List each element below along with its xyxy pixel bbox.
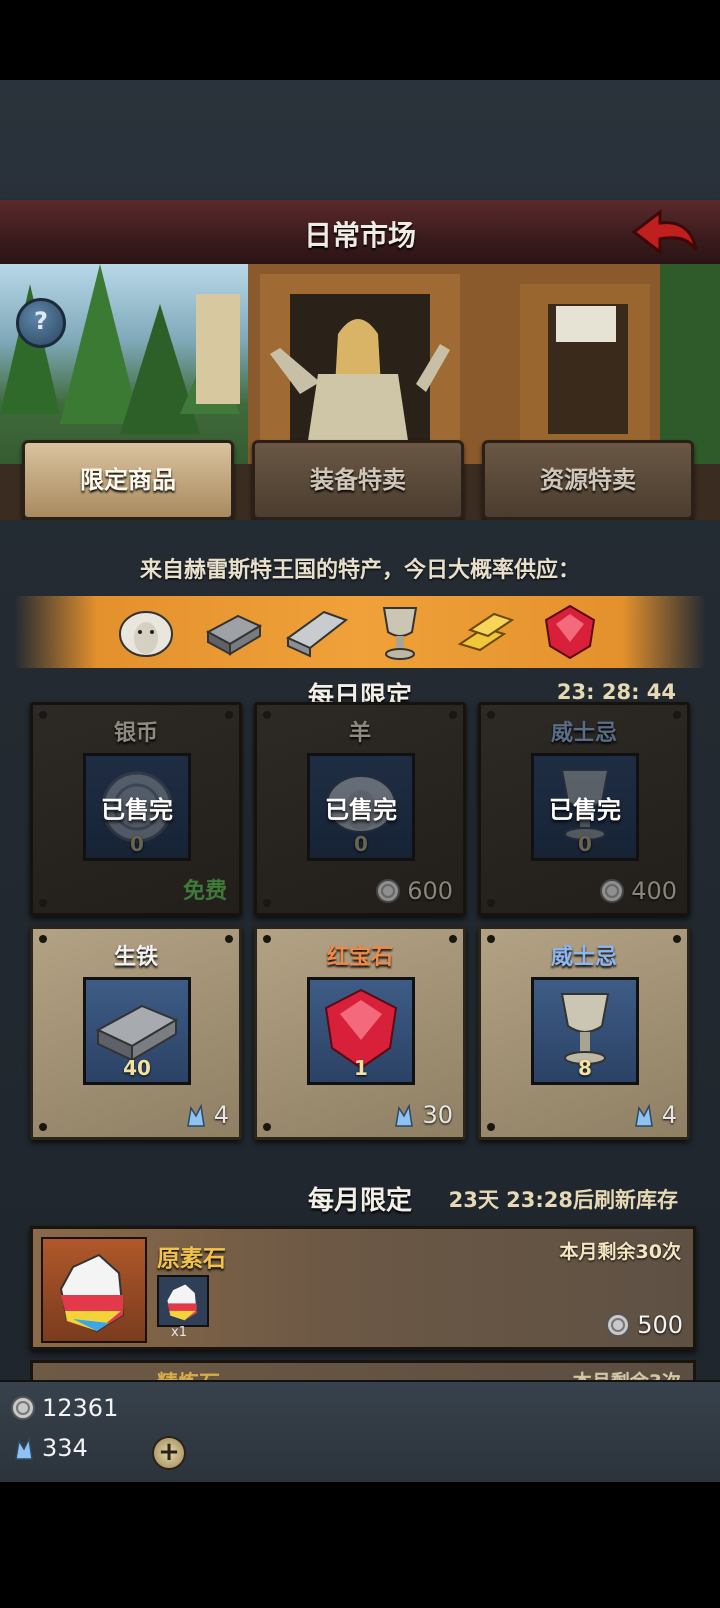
page-title: 日常市场	[303, 219, 416, 252]
monthly-item-row[interactable]: 原素石 本月剩余30次 x1 500	[30, 1226, 696, 1350]
price-tag: 400	[599, 877, 677, 905]
help-button[interactable]: ?	[16, 298, 66, 348]
item-name: 红宝石	[326, 945, 393, 970]
title-bar: 日常市场	[0, 200, 720, 266]
item-icon-box: 0 已售完	[531, 753, 639, 861]
daily-item-card[interactable]: 红宝石 1 30	[254, 926, 466, 1140]
rivet	[263, 899, 271, 907]
silver-coin-icon	[606, 1313, 631, 1337]
gold-bars-icon	[457, 612, 515, 652]
item-qty: 0	[578, 832, 592, 856]
silver-balance: 12361	[10, 1394, 118, 1422]
supply-bar	[14, 596, 706, 668]
silver-balance-value: 12361	[42, 1394, 119, 1422]
daily-item-card: 羊 0 已售完 600	[254, 702, 466, 916]
crystal-icon	[634, 1103, 653, 1127]
crystal-icon	[395, 1103, 414, 1127]
sold-out-label: 已售完	[549, 796, 621, 824]
item-name: 羊	[348, 721, 371, 746]
crystal-balance-value: 334	[42, 1434, 88, 1462]
sold-out-label: 已售完	[101, 796, 173, 824]
crystal-icon	[186, 1103, 205, 1127]
rivet	[39, 1123, 47, 1131]
tab-limited-goods[interactable]: 限定商品	[22, 440, 234, 520]
rivet	[487, 899, 495, 907]
price-value: 4	[661, 1101, 677, 1129]
price-tag: 600	[375, 877, 453, 905]
free-label: 免费	[182, 879, 227, 904]
item-qty: 8	[578, 1056, 592, 1080]
item-name: 威士忌	[550, 945, 617, 970]
item-icon-box: 0 已售完	[83, 753, 191, 861]
element-stone-icon	[59, 1253, 125, 1333]
element-stone-small-icon	[167, 1284, 197, 1321]
rivet	[39, 899, 47, 907]
crystal-balance: 334	[10, 1434, 88, 1462]
ruby-icon	[544, 604, 596, 660]
tab-resource-sale[interactable]: 资源特卖	[482, 440, 694, 520]
iron-ingot-icon	[205, 614, 263, 656]
price-value: 600	[407, 877, 453, 905]
item-icon-box: 1	[307, 977, 415, 1085]
item-name: 生铁	[113, 945, 158, 970]
back-arrow-icon[interactable]	[630, 206, 700, 258]
item-qty: 40	[123, 1056, 151, 1080]
element-stone-frame	[41, 1237, 147, 1343]
goblet-icon	[382, 607, 418, 660]
monthly-price-value: 500	[637, 1311, 683, 1339]
daily-item-card: 银币 0 已售完 免费	[30, 702, 242, 916]
supply-note: 来自赫雷斯特王国的特产，今日大概率供应：	[139, 558, 580, 583]
item-qty: 0	[130, 832, 144, 856]
item-name: 银币	[113, 721, 158, 746]
resource-bar: 12361 334 +	[0, 1380, 720, 1482]
price-tag: 30	[390, 1101, 453, 1129]
sheep-icon	[119, 611, 173, 657]
monthly-item-name: 原素石	[157, 1246, 226, 1272]
price-value: 400	[631, 877, 677, 905]
rivet	[263, 1123, 271, 1131]
crystal-icon	[15, 1436, 33, 1460]
monthly-remaining: 本月剩余30次	[559, 1241, 681, 1263]
price-tag: 4	[182, 1101, 229, 1129]
monthly-refresh-timer: 23天 23:28后刷新库存	[448, 1188, 678, 1212]
price-value: 4	[213, 1101, 229, 1129]
item-icon-box: 8	[531, 977, 639, 1085]
item-icon-box: 40	[83, 977, 191, 1085]
silver-coin-icon	[600, 879, 625, 903]
item-qty: 1	[354, 1056, 368, 1080]
silver-ingot-icon	[286, 610, 348, 658]
item-name: 威士忌	[550, 721, 617, 746]
add-crystal-button[interactable]: +	[152, 1436, 186, 1470]
silver-coin-icon	[11, 1396, 35, 1420]
reward-qty: x1	[171, 1325, 187, 1340]
item-icon-box: 0 已售完	[307, 753, 415, 861]
daily-item-card[interactable]: 生铁 40 4	[30, 926, 242, 1140]
tab-equipment-sale[interactable]: 装备特卖	[252, 440, 464, 520]
reward-slot	[157, 1275, 209, 1327]
daily-item-card: 威士忌 0 已售完 400	[478, 702, 690, 916]
price-value: 30	[422, 1101, 453, 1129]
monthly-price[interactable]: 500	[605, 1311, 683, 1339]
daily-timer: 23: 28: 44	[556, 680, 676, 704]
market-banner: ? 限定商品 装备特卖 资源特卖	[0, 264, 720, 520]
daily-item-card[interactable]: 威士忌 8 4	[478, 926, 690, 1140]
rivet	[487, 1123, 495, 1131]
sold-out-label: 已售完	[325, 796, 397, 824]
silver-coin-icon	[376, 879, 401, 903]
price-tag: 4	[630, 1101, 677, 1129]
item-qty: 0	[354, 832, 368, 856]
